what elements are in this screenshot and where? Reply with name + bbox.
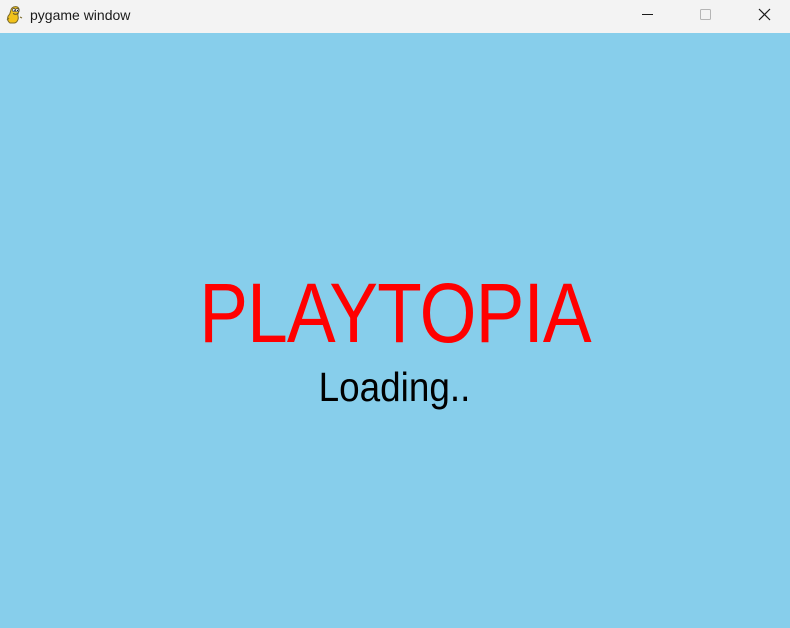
close-button[interactable] [734, 0, 790, 31]
game-title: PLAYTOPIA [199, 266, 591, 360]
maximize-button[interactable] [676, 0, 734, 31]
loading-status: Loading.. [318, 364, 471, 410]
minimize-button[interactable] [618, 0, 676, 31]
pygame-window: pygame window PLAYTOPIA Loading.. [0, 0, 790, 628]
title-bar[interactable]: pygame window [0, 0, 790, 33]
window-title: pygame window [30, 7, 131, 23]
game-canvas[interactable]: PLAYTOPIA Loading.. [0, 33, 790, 628]
pygame-snake-icon [6, 5, 24, 25]
